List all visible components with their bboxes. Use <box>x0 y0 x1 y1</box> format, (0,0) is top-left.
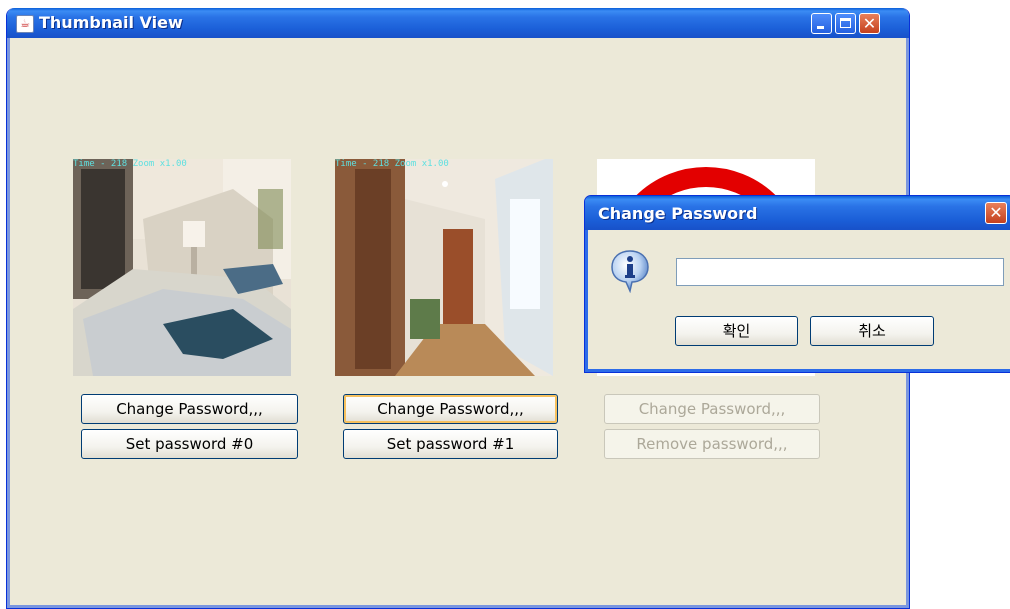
hallway-photo <box>335 159 553 376</box>
window-title: Thumbnail View <box>39 13 183 32</box>
change-password-dialog: Change Password ✕ 확인 취소 <box>584 195 1010 373</box>
close-button[interactable]: ✕ <box>859 13 880 34</box>
dialog-title-bar[interactable]: Change Password ✕ <box>585 196 1010 230</box>
title-bar[interactable]: ☕ Thumbnail View ✕ <box>7 8 909 38</box>
set-password-button-0[interactable]: Set password #0 <box>81 429 298 459</box>
change-password-button-0[interactable]: Change Password,,, <box>81 394 298 424</box>
change-password-button-1[interactable]: Change Password,,, <box>343 394 558 424</box>
dialog-body: 확인 취소 <box>588 230 1010 369</box>
set-password-button-1[interactable]: Set password #1 <box>343 429 558 459</box>
thumbnail-1[interactable]: Time - 218 Zoom x1.00 <box>335 159 553 376</box>
close-icon: ✕ <box>989 203 1003 222</box>
dialog-close-button[interactable]: ✕ <box>985 202 1007 224</box>
dialog-title: Change Password <box>598 204 758 223</box>
close-icon: ✕ <box>862 14 877 33</box>
remove-password-button-2: Remove password,,, <box>604 429 820 459</box>
thumbnail-overlay-text: Time - 218 Zoom x1.00 <box>73 159 187 169</box>
change-password-button-2: Change Password,,, <box>604 394 820 424</box>
ok-button[interactable]: 확인 <box>675 316 798 346</box>
password-field[interactable] <box>676 258 1004 286</box>
thumbnail-overlay-text: Time - 218 Zoom x1.00 <box>335 159 449 169</box>
cancel-button[interactable]: 취소 <box>810 316 934 346</box>
thumbnail-0[interactable]: Time - 218 Zoom x1.00 <box>73 159 291 376</box>
maximize-button[interactable] <box>835 13 856 34</box>
bedroom-photo <box>73 159 291 376</box>
java-cup-icon[interactable]: ☕ <box>16 15 34 33</box>
info-icon <box>611 250 649 293</box>
minimize-button[interactable] <box>811 13 832 34</box>
